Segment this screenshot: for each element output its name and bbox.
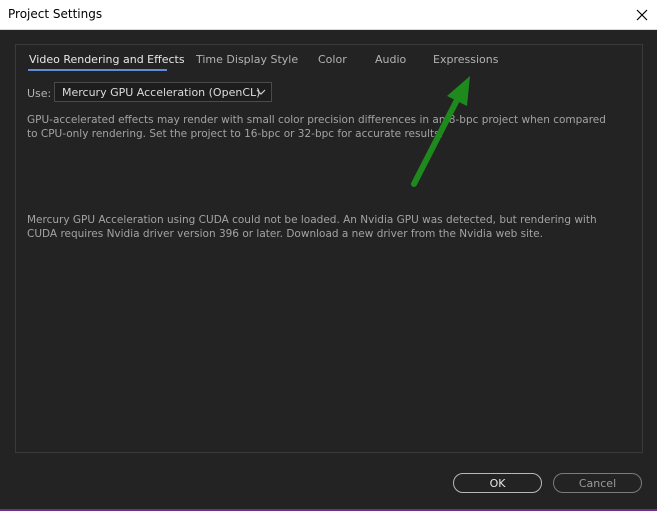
active-tab-indicator [28,69,167,71]
precision-note-text: GPU-accelerated effects may render with … [27,114,606,140]
renderer-select[interactable]: Mercury GPU Acceleration (OpenCL) [54,82,272,102]
project-settings-dialog: Project Settings Video Rendering and Eff… [0,0,657,511]
renderer-use-label: Use: [27,87,52,100]
tab-expressions[interactable]: Expressions [433,53,498,66]
title-bar: Project Settings [0,0,657,30]
tab-video-rendering-and-effects[interactable]: Video Rendering and Effects [29,53,185,66]
window-title: Project Settings [8,7,103,21]
tab-audio[interactable]: Audio [375,53,406,66]
cuda-warning-text: Mercury GPU Acceleration using CUDA coul… [27,214,597,240]
tab-time-display-style[interactable]: Time Display Style [196,53,298,66]
cancel-button[interactable]: Cancel [553,473,642,493]
settings-panel [15,44,643,453]
close-button[interactable] [627,0,657,29]
close-icon [636,9,648,20]
renderer-select-value: Mercury GPU Acceleration (OpenCL) [62,86,261,99]
tab-color[interactable]: Color [318,53,347,66]
chevron-down-icon [256,89,266,95]
ok-button[interactable]: OK [453,473,542,493]
